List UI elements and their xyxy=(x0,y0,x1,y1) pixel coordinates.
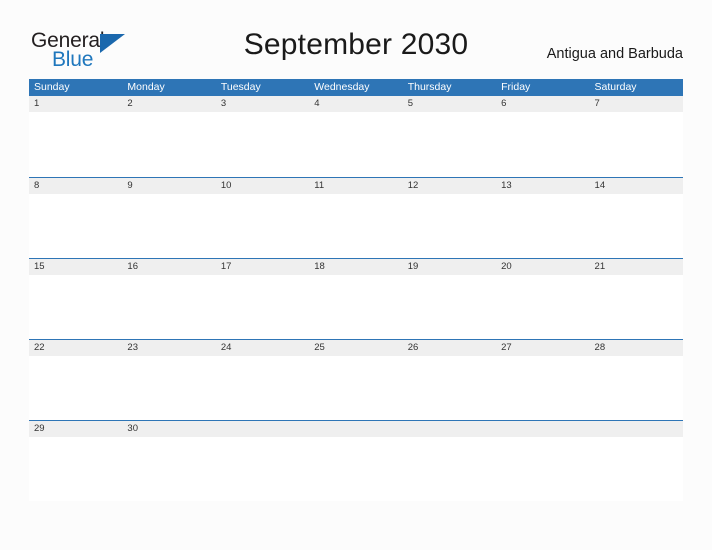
day-cell[interactable]: 25 xyxy=(309,340,403,420)
day-cell[interactable] xyxy=(589,421,683,501)
day-number: 29 xyxy=(34,423,45,434)
day-cell[interactable]: 22 xyxy=(29,340,123,420)
day-number: 4 xyxy=(314,98,320,109)
day-number: 16 xyxy=(127,261,138,272)
day-cell[interactable]: 8 xyxy=(29,178,123,258)
day-number: 20 xyxy=(501,261,512,272)
day-cell[interactable]: 14 xyxy=(589,178,683,258)
day-cell[interactable]: 26 xyxy=(402,340,497,420)
day-cell[interactable]: 20 xyxy=(496,259,590,339)
weekday-header-thursday: Thursday xyxy=(407,81,452,93)
week-row: 29 30 xyxy=(29,420,683,501)
day-number-band xyxy=(215,421,310,437)
week-row: 15 16 17 18 19 20 21 xyxy=(29,258,683,339)
day-cell[interactable]: 1 xyxy=(29,96,123,177)
day-cell[interactable]: 27 xyxy=(496,340,590,420)
weekday-header-friday: Friday xyxy=(501,81,531,93)
day-cell[interactable]: 30 xyxy=(122,421,216,501)
day-number: 6 xyxy=(501,98,507,109)
day-cell[interactable]: 9 xyxy=(122,178,216,258)
day-cell[interactable]: 15 xyxy=(29,259,123,339)
day-cell[interactable]: 6 xyxy=(496,96,590,177)
weekday-header-row: Sunday Monday Tuesday Wednesday Thursday… xyxy=(29,79,683,96)
day-number-band xyxy=(589,421,683,437)
day-number: 30 xyxy=(127,423,138,434)
day-number: 24 xyxy=(220,342,232,353)
day-number-band xyxy=(29,178,123,194)
day-number: 14 xyxy=(594,180,606,191)
day-number: 3 xyxy=(220,98,227,109)
day-number-band xyxy=(309,96,403,112)
day-number: 27 xyxy=(501,342,512,353)
day-number: 25 xyxy=(314,342,325,353)
day-cell[interactable]: 19 xyxy=(402,259,497,339)
day-number: 21 xyxy=(594,261,606,272)
day-cell[interactable]: 24 xyxy=(215,340,310,420)
day-cell[interactable]: 21 xyxy=(589,259,683,339)
day-cell[interactable]: 16 xyxy=(122,259,216,339)
day-number: 9 xyxy=(127,180,133,191)
day-number: 12 xyxy=(407,180,419,191)
weekday-header-saturday: Saturday xyxy=(594,81,637,93)
day-number-band xyxy=(29,96,123,112)
day-number-band xyxy=(589,96,683,112)
day-number: 5 xyxy=(407,98,413,109)
day-cell[interactable]: 17 xyxy=(215,259,310,339)
week-row: 22 23 24 25 26 27 28 xyxy=(29,339,683,420)
weekday-header-sunday: Sunday xyxy=(34,81,70,93)
day-number-band xyxy=(122,178,216,194)
calendar-grid: Sunday Monday Tuesday Wednesday Thursday… xyxy=(29,79,683,501)
day-cell[interactable] xyxy=(215,421,310,501)
day-cell[interactable]: 12 xyxy=(402,178,497,258)
day-number: 8 xyxy=(34,180,40,191)
day-number: 19 xyxy=(407,261,419,272)
day-cell[interactable]: 4 xyxy=(309,96,403,177)
day-number: 18 xyxy=(314,261,325,272)
week-row: 8 9 10 11 12 13 14 xyxy=(29,177,683,258)
day-cell[interactable]: 7 xyxy=(589,96,683,177)
day-number: 17 xyxy=(220,261,232,272)
day-number: 2 xyxy=(127,98,133,109)
day-cell[interactable]: 3 xyxy=(215,96,310,177)
day-cell[interactable] xyxy=(496,421,590,501)
day-number: 23 xyxy=(127,342,138,353)
day-number: 28 xyxy=(594,342,606,353)
region-label: Antigua and Barbuda xyxy=(546,46,683,62)
day-number: 7 xyxy=(594,98,600,109)
day-number: 11 xyxy=(314,180,325,191)
day-number: 13 xyxy=(501,180,512,191)
day-number-band xyxy=(402,421,497,437)
weekday-header-tuesday: Tuesday xyxy=(220,81,261,93)
day-number-band xyxy=(496,96,590,112)
day-number-band xyxy=(496,421,590,437)
day-number: 26 xyxy=(407,342,419,353)
day-number: 1 xyxy=(34,98,40,109)
day-cell[interactable]: 23 xyxy=(122,340,216,420)
page-header: General Blue September 2030 Antigua and … xyxy=(0,0,712,78)
day-cell[interactable]: 2 xyxy=(122,96,216,177)
day-number-band xyxy=(215,96,310,112)
day-number: 22 xyxy=(34,342,45,353)
day-number: 15 xyxy=(34,261,45,272)
day-number-band xyxy=(402,96,497,112)
day-cell[interactable]: 13 xyxy=(496,178,590,258)
day-number-band xyxy=(309,421,403,437)
weekday-header-wednesday: Wednesday xyxy=(314,81,370,93)
day-cell[interactable] xyxy=(309,421,403,501)
day-cell[interactable] xyxy=(402,421,497,501)
calendar-page: General Blue September 2030 Antigua and … xyxy=(0,0,712,550)
day-cell[interactable]: 29 xyxy=(29,421,123,501)
day-number: 10 xyxy=(220,180,232,191)
day-cell[interactable]: 18 xyxy=(309,259,403,339)
day-cell[interactable]: 11 xyxy=(309,178,403,258)
week-row: 1 2 3 4 5 6 7 xyxy=(29,96,683,177)
day-number-band xyxy=(122,96,216,112)
day-cell[interactable]: 28 xyxy=(589,340,683,420)
day-cell[interactable]: 10 xyxy=(215,178,310,258)
weekday-header-monday: Monday xyxy=(127,81,165,93)
day-cell[interactable]: 5 xyxy=(402,96,497,177)
